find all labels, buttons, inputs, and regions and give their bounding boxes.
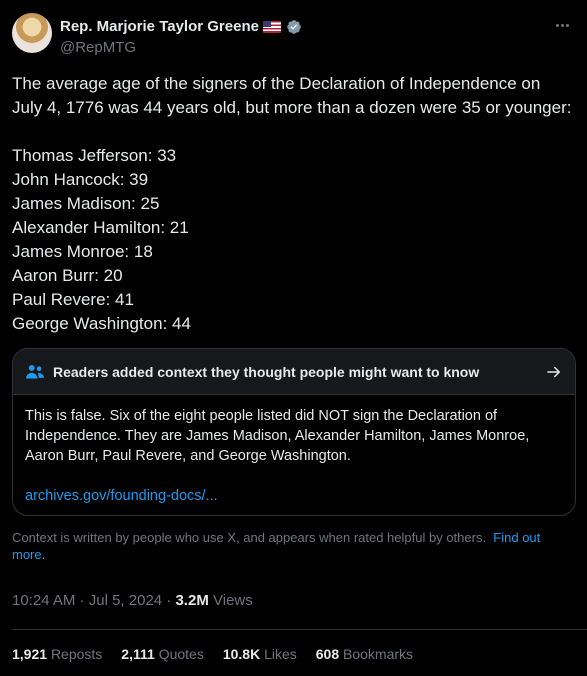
tweet-text: The average age of the signers of the De… [12,72,587,336]
quotes-label: Quotes [158,646,204,662]
tweet-meta: 10:24 AM · Jul 5, 2024 · 3.2M Views [12,592,253,609]
list-item: George Washington: 44 [12,314,191,333]
list-item: Paul Revere: 41 [12,290,134,309]
community-note-text: Aaron Burr, Paul Revere, and George Wash… [25,448,351,464]
arrow-right-icon[interactable] [545,363,563,381]
tweet-date[interactable]: Jul 5, 2024 [89,592,162,609]
bookmarks-count: 608 [315,646,340,662]
list-item: Alexander Hamilton: 21 [12,218,189,237]
tweet-header: Rep. Marjorie Taylor Greene @RepMTG [12,13,575,61]
tweet-intro-line: July 4, 1776 was 44 years old, but more … [12,98,572,117]
quotes-count: 2,111 [121,646,155,662]
views-count: 3.2M [175,592,209,609]
author-name-row: Rep. Marjorie Taylor Greene [60,18,302,35]
views-label: Views [213,592,253,609]
meta-separator: · [79,592,85,609]
quotes-stat[interactable]: 2,111 Quotes [121,646,204,662]
reposts-stat[interactable]: 1,921 Reposts [12,646,102,662]
likes-label: Likes [264,646,297,662]
meta-separator: · [166,592,172,609]
list-item: Thomas Jefferson: 33 [12,146,177,165]
us-flag-icon [262,20,281,33]
community-note: Readers added context they thought peopl… [12,348,576,516]
people-icon [26,364,44,379]
tweet-intro-line: The average age of the signers of the De… [12,74,541,93]
author-display-name[interactable]: Rep. Marjorie Taylor Greene [60,18,259,35]
context-disclaimer: Context is written by people who use X, … [12,529,572,563]
list-item: Aaron Burr: 20 [12,266,123,285]
bookmarks-label: Bookmarks [343,646,414,662]
more-options-icon[interactable] [549,15,575,35]
community-note-text: This is false. Six of the eight people l… [25,408,498,424]
likes-count: 10.8K [222,646,261,662]
tweet-time[interactable]: 10:24 AM [12,592,75,609]
list-item: James Monroe: 18 [12,242,153,261]
community-note-header[interactable]: Readers added context they thought peopl… [13,349,575,395]
community-note-title: Readers added context they thought peopl… [53,363,480,380]
reposts-label: Reposts [50,646,103,662]
likes-stat[interactable]: 10.8K Likes [223,646,297,662]
source-link[interactable]: archives.gov/founding-docs/... [25,486,563,506]
context-disclaimer-text: Context is written by people who use X, … [12,530,487,545]
bookmarks-stat[interactable]: 608 Bookmarks [316,646,413,662]
community-note-text: Independence. They are James Madison, Al… [25,428,530,444]
list-item: John Hancock: 39 [12,170,149,189]
reposts-count: 1,921 [12,646,48,662]
verified-badge-icon[interactable] [286,19,302,35]
community-note-body: This is false. Six of the eight people l… [13,395,575,506]
avatar[interactable] [12,13,52,53]
divider [12,629,587,630]
author-handle[interactable]: @RepMTG [60,39,136,56]
engagement-stats: 1,921 Reposts 2,111 Quotes 10.8K Likes 6… [12,646,432,662]
list-item: James Madison: 25 [12,194,160,213]
